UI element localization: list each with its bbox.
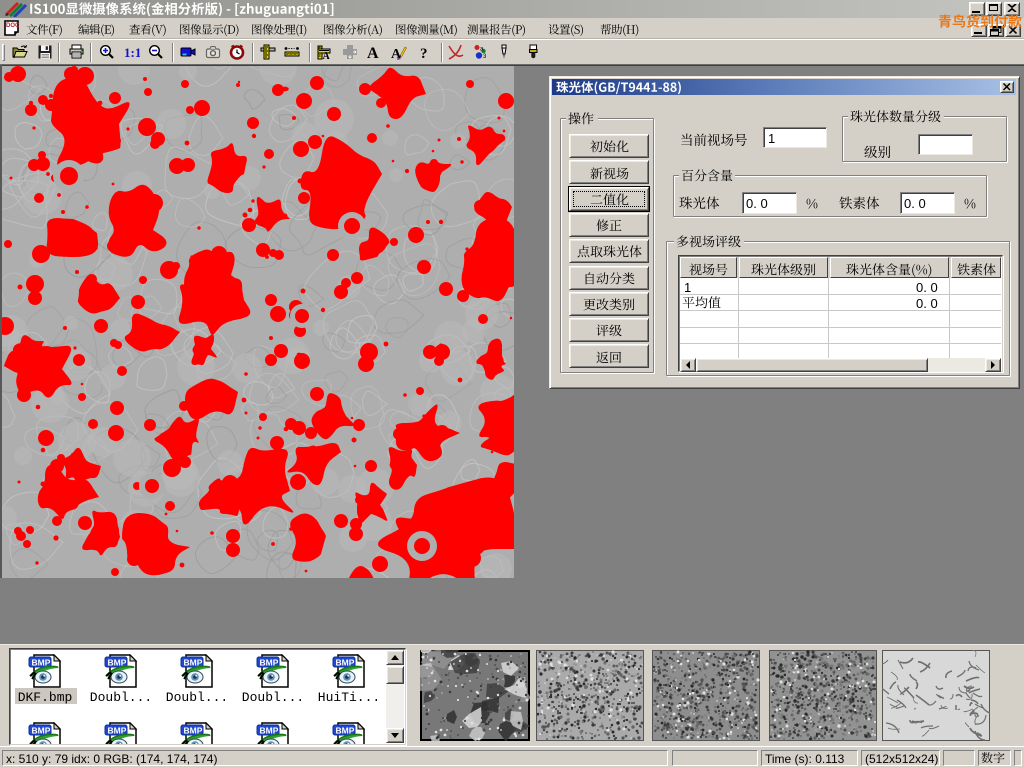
svg-text:DOC: DOC: [6, 23, 19, 29]
svg-text:3: 3: [483, 54, 487, 60]
svg-text:?: ?: [420, 46, 428, 60]
svg-text:E: E: [319, 53, 322, 58]
svg-text:A: A: [367, 45, 379, 60]
svg-text:A: A: [391, 47, 402, 60]
svg-text:1:1: 1:1: [124, 45, 140, 60]
svg-text:A: A: [323, 51, 331, 60]
